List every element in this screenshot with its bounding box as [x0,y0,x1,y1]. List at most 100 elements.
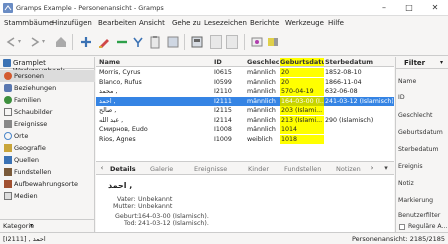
tab-kinder[interactable]: Kinder [248,165,269,173]
cell-id: I1009 [214,135,232,143]
sidebar-item-label: Schaubilder [14,108,53,116]
tab-galerie[interactable]: Galerie [150,165,173,173]
menu-stammbaeume[interactable]: Stammbäume [4,19,53,27]
tab-ereignisse[interactable]: Ereignisse [194,165,227,173]
gramplet-icon[interactable] [250,35,264,49]
chevron-down-icon: ▾ [440,59,444,66]
birth-value: 164-03-00 (Islamisch). [138,213,209,220]
sidebar-item-ereignisse[interactable]: Ereignisse [0,118,95,130]
clipboard-icon[interactable] [148,35,162,49]
table-row[interactable]: صالح , I2115 männlich 203 (Islami... [96,106,394,115]
regex-label: Reguläre A... [408,223,448,230]
table-row[interactable]: Morris, Cyrus I0615 männlich 20 1852-08-10 [96,68,394,77]
cell-name: احمد , [99,97,116,105]
column-header-name[interactable]: Name [99,58,179,66]
charts-icon [4,108,12,116]
table-row[interactable]: احمد , I2111 männlich 164-03-00 (I... 241-03… [96,96,394,106]
grouped-view-toggle[interactable] [210,35,222,49]
bottombar-tabs: ‹ Details Galerie Ereignisse Kinder Fund… [96,162,394,175]
tab-notizen[interactable]: Notizen [336,165,361,173]
sidebar-item-quellen[interactable]: Quellen [0,154,95,166]
forward-arrow-icon[interactable] [28,35,42,49]
filter-field-tag: Markierung [398,197,434,204]
table-row[interactable]: Rios, Agnes I1009 weiblich 1018 [96,134,394,144]
column-header-birth[interactable]: Geburtsdatum [280,58,324,66]
cell-birth: 20 [281,78,290,86]
flat-view-toggle[interactable] [226,35,238,49]
tab-fundstellen[interactable]: Fundstellen [284,165,321,173]
death-value: 241-03-12 (Islamisch). [138,220,209,227]
sidebar-item-personen[interactable]: Personen [0,70,95,82]
edit-icon[interactable] [97,35,111,49]
sidebar-item-schaubilder[interactable]: Schaubilder [0,106,95,118]
menu-bearbeiten[interactable]: Bearbeiten [98,19,136,27]
cell-name: محمد , [99,88,118,95]
cell-death: 241-03-12 (Islamisch) [325,97,393,105]
filter-field-custom: Benutzerfilter [398,212,441,219]
status-active-person: [I2111] , احمد [3,235,46,243]
gramps-app-icon [3,3,13,13]
person-view-icon[interactable] [190,35,204,49]
sidebar-item-beziehungen[interactable]: Beziehungen [0,82,95,94]
minimize-button[interactable]: – [377,2,391,14]
menu-gehe-zu[interactable]: Gehe zu [172,19,201,27]
menu-hinzufuegen[interactable]: Hinzufügen [52,19,92,27]
chevron-left-icon[interactable]: ‹ [98,164,106,172]
sidebar-item-familien[interactable]: Familien [0,94,95,106]
sidebar-item-geografie[interactable]: Geografie [0,142,95,154]
category-selector[interactable]: Kategorie ▾ [0,219,95,231]
gramplet-icon [3,59,11,67]
back-arrow-icon[interactable] [4,35,18,49]
cell-gender: männlich [247,78,276,86]
cell-gender: männlich [247,116,276,124]
sidebar-header[interactable]: Gramplet Werkzeugbank [0,57,95,75]
sidebar-item-label: Beziehungen [14,84,57,92]
places-icon [4,132,12,140]
people-icon [4,72,12,80]
home-icon[interactable] [54,35,68,49]
cell-gender: männlich [247,107,276,114]
chevron-down-icon[interactable]: ▾ [382,164,390,172]
events-icon [4,120,12,128]
menu-werkzeuge[interactable]: Werkzeuge [285,19,324,27]
cell-gender: männlich [247,126,276,133]
column-header-id[interactable]: ID [214,58,244,66]
table-row[interactable]: محمد , I2110 männlich 570-04-19 632-06-08 [96,87,394,96]
title-bar: Gramps Example - Personenansicht - Gramp… [0,0,448,16]
sidebar-item-label: Personen [14,72,44,80]
sidebar-item-aufbewahrungsorte[interactable]: Aufbewahrungsorte [0,178,95,190]
config-view-icon[interactable] [266,35,280,49]
menu-lesezeichen[interactable]: Lesezeichen [204,19,247,27]
cell-id: I2110 [214,88,232,95]
filter-field-death: Sterbedatum [398,146,439,153]
cell-id: I1008 [214,126,232,133]
sidebar-item-fundstellen[interactable]: Fundstellen [0,166,95,178]
menu-ansicht[interactable]: Ansicht [139,19,165,27]
father-value: Unbekannt [138,196,173,203]
close-button[interactable]: ✕ [428,2,442,14]
chevron-right-icon[interactable]: › [368,164,376,172]
tab-details[interactable]: Details [110,165,136,173]
maximize-button[interactable]: □ [402,2,416,14]
table-row[interactable]: Смирнов, Eudo I1008 männlich 1014 [96,125,394,134]
cell-id: I2115 [214,107,232,114]
sidebar-item-orte[interactable]: Orte [0,130,95,142]
remove-icon[interactable] [115,35,129,49]
repositories-icon [4,180,12,188]
merge-icon[interactable] [131,35,145,49]
column-header-gender[interactable]: Geschlecht [247,58,279,66]
table-row[interactable]: عبد الله , I2114 männlich 213 (Islami... 290… [96,115,394,125]
add-icon[interactable] [79,35,93,49]
sidebar-item-medien[interactable]: Medien [0,190,95,202]
regex-checkbox[interactable] [399,224,405,230]
menu-bar: Stammbäume Hinzufügen Bearbeiten Ansicht… [0,17,448,29]
cell-birth: 213 (Islami... [281,116,323,124]
menu-berichte[interactable]: Berichte [250,19,279,27]
column-header-death[interactable]: Sterbedatum [325,58,391,66]
cell-name: عبد الله , [99,116,124,124]
filter-header[interactable]: Filter ▾ [396,57,448,69]
cell-birth: 1014 [281,126,298,133]
table-row[interactable]: Blanco, Rufus I0599 männlich 20 1866-11-04 [96,77,394,87]
tree-view-icon[interactable] [166,35,180,49]
menu-hilfe[interactable]: Hilfe [328,19,344,27]
